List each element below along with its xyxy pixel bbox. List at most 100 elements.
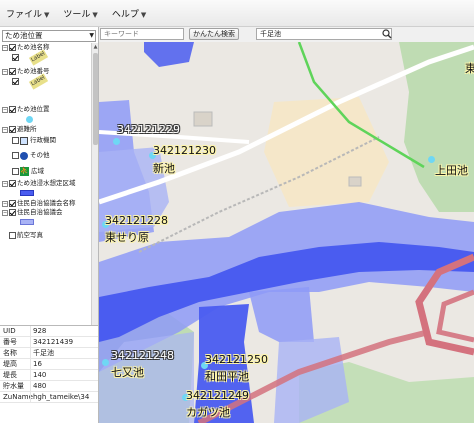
layer-checkbox[interactable] [9, 68, 16, 75]
pond-number-label: 342121228 [105, 214, 168, 227]
layer-tree-scrollbar[interactable]: ▲ ▼ [91, 43, 98, 351]
attribute-key: 貯水量 [3, 382, 24, 390]
pond-marker[interactable] [102, 359, 109, 366]
pond-name-label: 東 [465, 62, 474, 75]
layer-item [20, 189, 36, 198]
pond-name-label: 和田平池 [205, 370, 249, 383]
collapse-icon[interactable]: − [2, 180, 8, 187]
layer-label: 住民自治協議会 [17, 208, 63, 216]
menu-help-label: ヘルプ [111, 9, 139, 20]
layer-checkbox[interactable] [9, 209, 16, 216]
pond-name-label: カガツ池 [186, 406, 230, 419]
layer-label: 航空写真 [17, 231, 43, 239]
layer-select-value: ため池位置 [5, 31, 43, 40]
map-canvas [99, 42, 474, 423]
menu-file[interactable]: ファイル ▼ [6, 7, 49, 20]
search-icon[interactable] [382, 29, 392, 41]
other-shelter-icon [20, 151, 28, 160]
menu-file-label: ファイル [6, 9, 43, 20]
collapse-icon[interactable]: − [2, 106, 8, 113]
pond-name-label: 上田池 [435, 164, 468, 177]
menu-tools-label: ツール [63, 9, 91, 20]
layer-checkbox[interactable] [9, 232, 16, 239]
attribute-key: 堤長 [3, 371, 17, 379]
pond-name-label: 新池 [153, 162, 175, 175]
layer-select[interactable]: ため池位置 ▼ [2, 30, 96, 42]
attribute-value: 480 [30, 381, 98, 391]
layer-label: ため池浸水想定区域 [17, 179, 76, 187]
layer-label: その他 [30, 151, 50, 159]
attribute-value: 342121439 [30, 337, 98, 347]
attribute-value: 928 [30, 326, 98, 336]
layer-item [20, 218, 36, 227]
table-row: 堤長 140 [0, 370, 98, 381]
layer-checkbox[interactable] [9, 200, 16, 207]
building-icon [20, 136, 28, 145]
attribute-key: 堤高 [3, 360, 17, 368]
collapse-icon[interactable]: − [2, 200, 8, 207]
table-row: 名称 千足池 [0, 348, 98, 359]
chevron-down-icon: ▼ [89, 32, 94, 39]
layer-checkbox[interactable] [9, 106, 16, 113]
pond-name-label: 東せり原 [105, 231, 149, 244]
layer-label: 避難所 [17, 125, 37, 133]
layer-checkbox[interactable] [9, 180, 16, 187]
district-swatch-icon [20, 219, 34, 225]
attribute-key: 名称 [3, 349, 17, 357]
layer-checkbox[interactable] [12, 168, 19, 175]
map-view[interactable]: 342121229 342121230 新池 上田池 342121228 東せり… [99, 42, 474, 423]
layer-label: ため池番号 [17, 67, 50, 75]
layer-label: 広域 [31, 167, 44, 175]
layer-panel: ため池位置 ▼ − ため池名称 Label − ため池番号 Label − ため池位置 [0, 27, 99, 423]
building [193, 111, 213, 127]
scroll-up-icon[interactable]: ▲ [92, 43, 99, 51]
layer-item: − 避難所 [2, 125, 37, 134]
pond-marker[interactable] [428, 156, 435, 163]
layer-label: 行政機関 [30, 136, 56, 144]
table-row: ZuName hgh_tameike\34 [0, 392, 98, 403]
pond-number-label: 342121250 [205, 353, 268, 366]
menu-bar: ファイル ▼ ツール ▼ ヘルプ ▼ [0, 0, 474, 27]
attribute-value: hgh_tameike\34 [30, 392, 98, 402]
attribute-key: ZuName [3, 393, 33, 401]
attribute-key: 番号 [3, 338, 17, 346]
table-row: 貯水量 480 [0, 381, 98, 392]
layer-checkbox[interactable] [9, 44, 16, 51]
table-row: 番号 342121439 [0, 337, 98, 348]
pond-name-field[interactable]: 千足池 [256, 28, 392, 40]
layer-item: 行政機関 [12, 136, 56, 145]
pond-marker[interactable] [113, 138, 120, 145]
running-person-icon: ⛹ [20, 167, 29, 176]
attribute-value: 16 [30, 359, 98, 369]
layer-label: ため池位置 [17, 105, 50, 113]
flood-area-swatch-icon [20, 190, 34, 196]
layer-item: − 住民自治協議会名称 [2, 199, 76, 208]
table-row: UID 928 [0, 326, 98, 337]
collapse-icon[interactable]: − [2, 44, 8, 51]
layer-label: ため池名称 [17, 43, 50, 51]
layer-checkbox[interactable] [12, 137, 19, 144]
pond-number-label: 342121229 [117, 123, 180, 136]
pond-marker-icon [26, 115, 33, 123]
attribute-key: UID [3, 327, 16, 335]
pond-number-label: 342121249 [186, 389, 249, 402]
layer-item: ⛹ 広域 [12, 167, 44, 176]
collapse-icon[interactable]: − [2, 68, 8, 75]
layer-checkbox[interactable] [12, 152, 19, 159]
layer-item: − ため池位置 [2, 105, 50, 114]
menu-help[interactable]: ヘルプ ▼ [112, 7, 146, 20]
attribute-value: 千足池 [30, 348, 98, 358]
layer-checkbox[interactable] [12, 54, 19, 61]
layer-item: 航空写真 [9, 231, 43, 240]
table-row: 堤高 16 [0, 359, 98, 370]
keyword-input[interactable] [100, 28, 184, 40]
menu-tools[interactable]: ツール ▼ [63, 7, 97, 20]
simple-search-button[interactable]: かんたん検索 [189, 28, 239, 40]
layer-checkbox[interactable] [12, 78, 19, 85]
layer-checkbox[interactable] [9, 126, 16, 133]
scrollbar-thumb[interactable] [93, 53, 98, 145]
chevron-down-icon: ▼ [44, 10, 50, 19]
building [348, 176, 362, 187]
collapse-icon[interactable]: − [2, 126, 8, 133]
collapse-icon[interactable]: − [2, 209, 8, 216]
